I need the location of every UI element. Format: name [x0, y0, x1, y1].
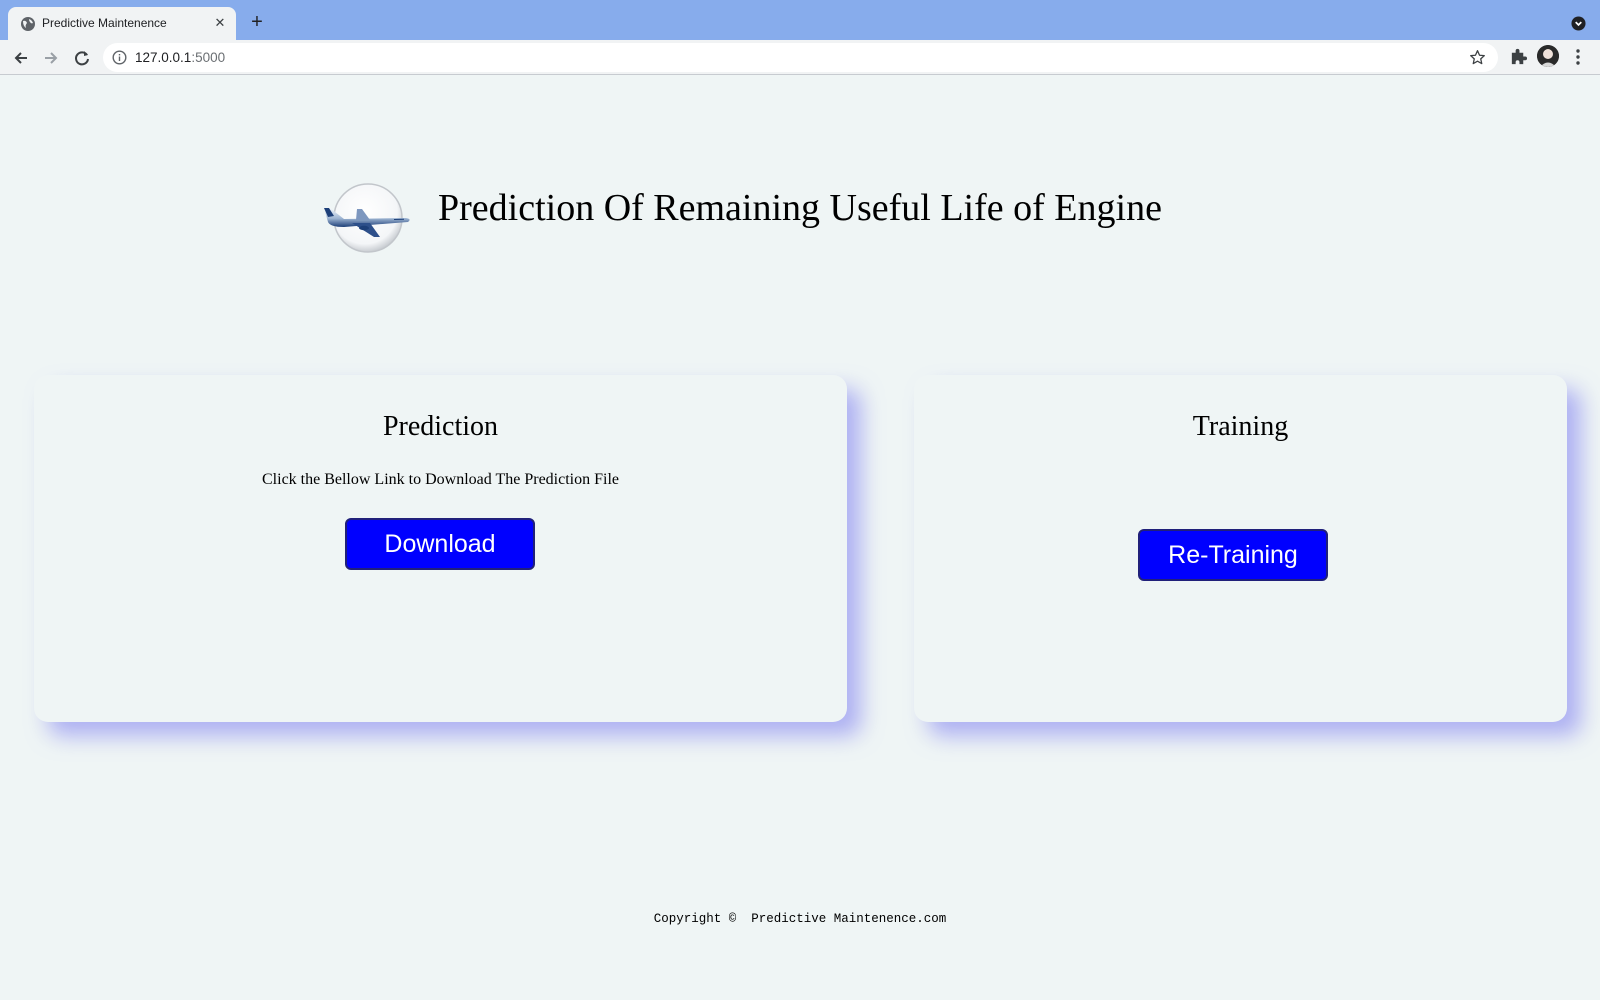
bookmark-star-icon[interactable] [1469, 49, 1486, 66]
close-tab-icon[interactable]: ✕ [212, 15, 228, 31]
back-arrow-icon[interactable] [10, 47, 32, 69]
footer-copyright: Copyright © Predictive Maintenence.com [653, 912, 947, 926]
new-tab-icon[interactable]: + [246, 12, 268, 34]
globe-icon [21, 17, 35, 31]
browser-tab[interactable]: Predictive Maintenence ✕ [8, 7, 236, 40]
more-vert-icon[interactable] [1572, 48, 1584, 66]
download-button[interactable]: Download [345, 518, 535, 570]
info-icon[interactable] [112, 50, 127, 65]
retraining-button[interactable]: Re-Training [1138, 529, 1328, 581]
url-host: 127.0.0.1 [135, 50, 192, 65]
url-text[interactable]: 127.0.0.1:5000 [135, 50, 225, 65]
airplane-icon [324, 183, 410, 253]
tab-search-icon[interactable] [1571, 16, 1586, 31]
browser-toolbar: 127.0.0.1:5000 [0, 40, 1600, 75]
browser-tabstrip: Predictive Maintenence ✕ + [0, 0, 1600, 40]
reload-icon[interactable] [71, 47, 93, 69]
profile-avatar[interactable] [1537, 45, 1559, 67]
prediction-card-title: Prediction [382, 411, 499, 442]
url-port: :5000 [191, 50, 226, 65]
tab-title: Predictive Maintenence [42, 16, 167, 30]
prediction-card: Prediction Click the Bellow Link to Down… [34, 375, 847, 722]
training-card: Training Re-Training [914, 375, 1567, 722]
address-bar[interactable]: 127.0.0.1:5000 [103, 43, 1498, 72]
training-card-title: Training [1192, 411, 1289, 442]
page-content: Prediction Of Remaining Useful Life of E… [0, 76, 1600, 1000]
profile-photo-icon [1537, 45, 1559, 67]
extensions-puzzle-icon[interactable] [1509, 47, 1528, 66]
forward-arrow-icon[interactable] [40, 47, 62, 69]
prediction-card-description: Click the Bellow Link to Download The Pr… [262, 471, 619, 488]
page-title: Prediction Of Remaining Useful Life of E… [438, 187, 1162, 229]
